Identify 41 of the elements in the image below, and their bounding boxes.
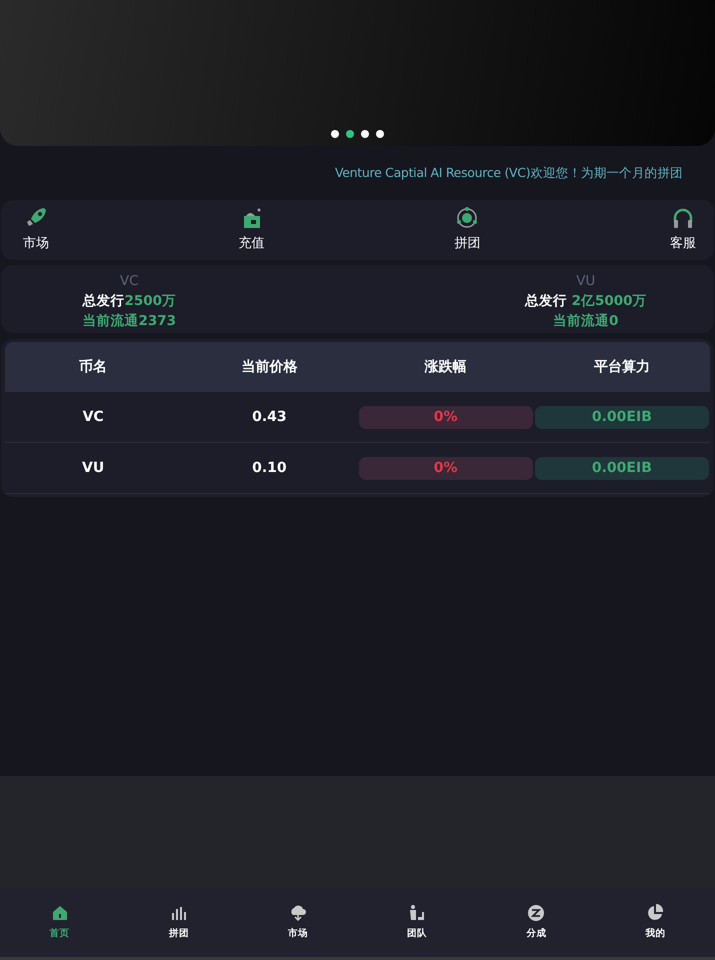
hashrate-badge: 0.00EIB <box>534 456 709 480</box>
coin-name: VC <box>120 272 139 291</box>
total-issue-label: 总发行 <box>524 293 567 309</box>
carousel-dot[interactable] <box>346 130 354 138</box>
quick-menu-item[interactable]: 客服 <box>670 206 696 254</box>
table-cell-text: 0.10 <box>251 458 288 478</box>
nav-tab[interactable]: 拼团 <box>119 904 238 942</box>
circulating-text: 当前流通2373 <box>82 312 176 331</box>
total-issue-label: 总发行 <box>82 293 124 309</box>
table-cell-text: VU <box>81 458 106 478</box>
hashrate-badge: 0.00EIB <box>534 406 709 428</box>
total-issue-value: 2亿5000万 <box>570 293 647 309</box>
quick-menu-item[interactable]: 市场 <box>23 206 49 254</box>
nav-tab[interactable]: 市场 <box>238 904 358 942</box>
column-header: 当前价格 <box>240 358 298 376</box>
change-badge: 0% <box>358 406 533 428</box>
nav-tab[interactable]: 我的 <box>596 904 715 942</box>
table-cell-text: 0.43 <box>251 408 288 426</box>
column-header: 币名 <box>78 358 108 376</box>
cloud-icon <box>288 904 307 922</box>
percent-icon <box>527 904 546 922</box>
notice-text: Venture Captial AI Resource (VC)欢迎您！为期一个月的拼团 <box>335 164 683 182</box>
circulating-text: 当前流通0 <box>553 312 618 331</box>
column-header: 平台算力 <box>592 358 651 376</box>
nav-tab[interactable]: 团队 <box>358 904 477 942</box>
quick-menu-item[interactable]: 拼团 <box>454 206 480 254</box>
nav-tab[interactable]: 分成 <box>476 904 596 942</box>
person-icon <box>408 904 426 922</box>
total-issue-value: 2500万 <box>124 293 176 309</box>
group-icon <box>455 206 480 230</box>
coin-name: VU <box>576 272 596 291</box>
carousel-dot[interactable] <box>331 130 339 138</box>
home-icon <box>50 904 69 922</box>
quick-menu-item[interactable]: 充值 <box>238 206 265 254</box>
carousel-dot[interactable] <box>361 130 369 138</box>
table-cell-text: VC <box>82 408 105 426</box>
pie-chart-icon <box>646 904 664 922</box>
column-header: 涨跌幅 <box>424 358 468 376</box>
change-badge: 0% <box>358 456 533 480</box>
nav-tab[interactable]: 首页 <box>0 904 120 942</box>
carousel-dot[interactable] <box>376 130 384 138</box>
